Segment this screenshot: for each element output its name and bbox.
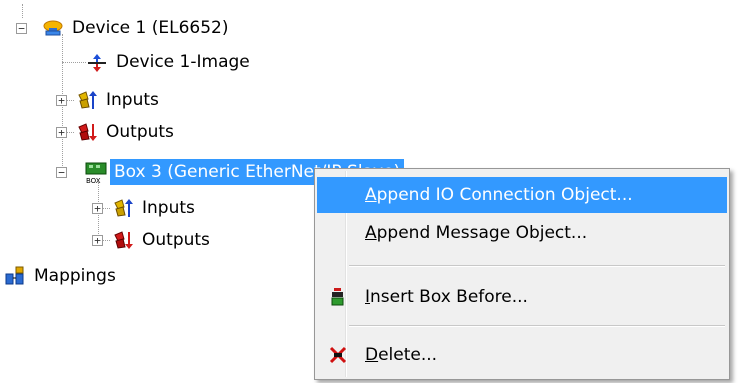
- tree-node-label: Inputs: [142, 198, 195, 218]
- inputs-icon: [112, 197, 134, 219]
- svg-text:BOX: BOX: [86, 177, 101, 185]
- tree-node-device-image[interactable]: Device 1-Image: [86, 48, 254, 76]
- tree-node-label: Inputs: [106, 90, 159, 110]
- menu-separator: [349, 325, 725, 327]
- menu-item-insert-box-before[interactable]: Insert Box Before...: [317, 279, 727, 315]
- expand-toggle[interactable]: +: [92, 203, 103, 214]
- context-menu: Append IO Connection Object... Append Me…: [314, 168, 730, 380]
- tree-node-label: Device 1 (EL6652): [72, 18, 229, 38]
- outputs-icon: [112, 229, 134, 251]
- box-icon: BOX: [84, 161, 107, 185]
- tree-node-label: Outputs: [142, 230, 210, 250]
- tree-line: [22, 4, 23, 18]
- mappings-icon: [4, 265, 26, 287]
- tree-node-mappings[interactable]: Mappings: [4, 262, 120, 290]
- tree-node-device[interactable]: Device 1 (EL6652): [42, 14, 233, 42]
- inputs-icon: [76, 89, 98, 111]
- tree-node-inputs[interactable]: Inputs: [76, 86, 163, 114]
- menu-item-append-message[interactable]: Append Message Object...: [317, 215, 727, 251]
- delete-icon: [327, 344, 349, 366]
- expand-toggle[interactable]: +: [56, 127, 67, 138]
- menu-separator: [349, 265, 725, 267]
- menu-item-label: Delete...: [365, 345, 438, 365]
- collapse-toggle[interactable]: −: [16, 23, 27, 34]
- collapse-toggle[interactable]: −: [56, 167, 67, 178]
- tree-node-box-inputs[interactable]: Inputs: [112, 194, 199, 222]
- tree-node-label: Outputs: [106, 122, 174, 142]
- image-icon: [86, 51, 108, 73]
- tree-node-label: Mappings: [34, 266, 116, 286]
- menu-item-label: Append Message Object...: [365, 223, 588, 243]
- menu-item-delete[interactable]: Delete...: [317, 337, 727, 373]
- expand-toggle[interactable]: +: [56, 95, 67, 106]
- outputs-icon: [76, 121, 98, 143]
- menu-item-append-io-connection[interactable]: Append IO Connection Object...: [317, 177, 727, 213]
- menu-item-label: Insert Box Before...: [365, 287, 528, 307]
- tree-line: [62, 62, 86, 63]
- tree-node-box-outputs[interactable]: Outputs: [112, 226, 214, 254]
- expand-toggle[interactable]: +: [92, 235, 103, 246]
- tree-node-outputs[interactable]: Outputs: [76, 118, 178, 146]
- menu-item-label: Append IO Connection Object...: [365, 185, 633, 205]
- tree-node-label: Device 1-Image: [116, 52, 250, 72]
- device-icon: [42, 17, 64, 39]
- insert-box-icon: [327, 286, 349, 308]
